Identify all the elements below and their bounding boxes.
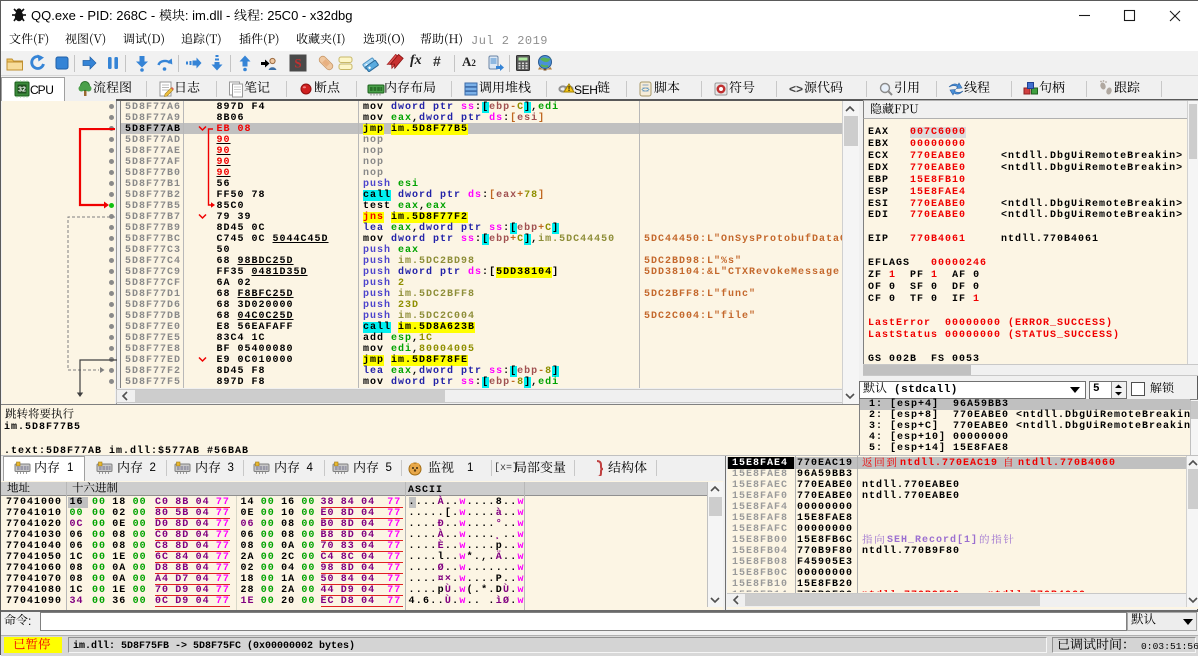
svg-text:32: 32 xyxy=(18,87,26,94)
svg-text:S: S xyxy=(294,56,301,71)
svg-text:!: ! xyxy=(568,86,570,93)
svg-text:<>: <> xyxy=(789,82,803,96)
svg-text:<>: <> xyxy=(641,87,649,95)
